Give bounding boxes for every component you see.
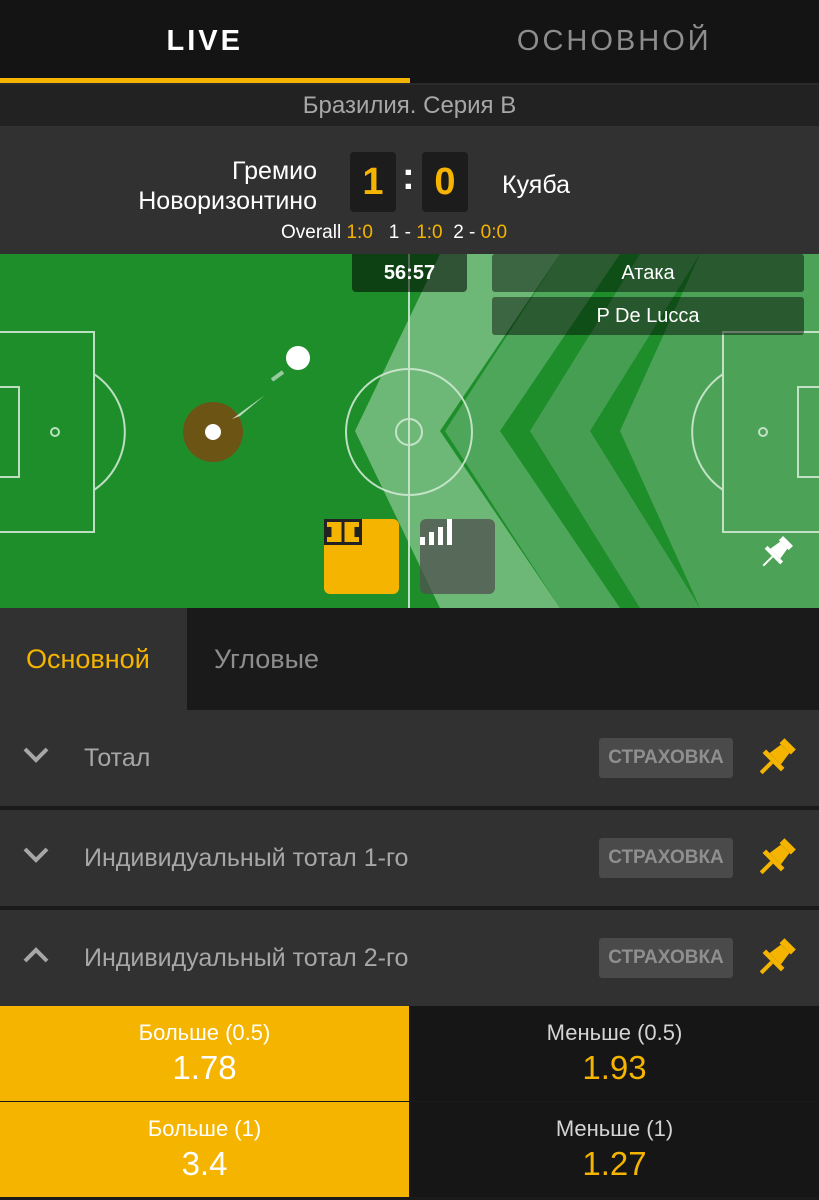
- odd-under-0-5[interactable]: Меньше (0.5) 1.93: [410, 1006, 819, 1101]
- odd-over-1[interactable]: Больше (1) 3.4: [0, 1102, 409, 1197]
- overall-label: Overall: [281, 222, 342, 243]
- match-timer: 56:57: [352, 254, 467, 292]
- pin-icon[interactable]: [752, 834, 800, 882]
- period1-score: 1:0: [416, 222, 443, 243]
- left-penalty-arc: [93, 373, 126, 491]
- scoreboard: Гремио Новоризонтино 1 : 0 Куяба Overall…: [0, 126, 819, 254]
- score-home: 1: [350, 152, 396, 212]
- odd-value: 1.93: [582, 1048, 647, 1086]
- market-title: Тотал: [84, 743, 151, 772]
- odd-label: Больше (1): [147, 1115, 262, 1141]
- market-row-team2-total[interactable]: Индивидуальный тотал 2-го СТРАХОВКА: [0, 910, 819, 1006]
- team-away: Куяба: [502, 171, 570, 199]
- odd-label: Больше (0.5): [138, 1019, 271, 1045]
- score-separator: :: [402, 156, 415, 198]
- overall-score: 1:0: [346, 222, 373, 243]
- odd-under-1[interactable]: Меньше (1) 1.27: [410, 1102, 819, 1197]
- league-title: Бразилия. Серия В: [0, 83, 819, 126]
- left-penalty-box: [0, 331, 95, 533]
- pin-icon[interactable]: [752, 734, 800, 782]
- tab-corners[interactable]: Угловые: [187, 608, 319, 710]
- period2-label: 2 -: [453, 222, 476, 243]
- period-scores: Overall 1:0 1 - 1:0 2 - 0:0: [281, 222, 507, 244]
- stats-bars-icon: [420, 519, 452, 545]
- odd-value: 1.27: [582, 1144, 647, 1182]
- pitch-visualization: 56:57 Атака P De Lucca: [0, 254, 819, 608]
- chevron-down-icon[interactable]: [22, 846, 50, 864]
- insurance-badge[interactable]: СТРАХОВКА: [599, 938, 733, 978]
- period2-score: 0:0: [480, 222, 508, 243]
- top-tabs: LIVE ОСНОВНОЙ: [0, 0, 819, 83]
- market-tabs: Основной Угловые: [0, 608, 819, 710]
- odd-label: Меньше (0.5): [546, 1019, 683, 1045]
- market-title: Индивидуальный тотал 1-го: [84, 843, 409, 872]
- odd-value: 1.78: [172, 1048, 237, 1086]
- ball-trail-dash: [270, 370, 285, 382]
- team-home-line1: Гремио: [232, 157, 317, 185]
- field-view-button[interactable]: [324, 519, 399, 594]
- insurance-badge[interactable]: СТРАХОВКА: [599, 838, 733, 878]
- stats-button[interactable]: [420, 519, 495, 594]
- player-marker: [205, 424, 221, 440]
- event-label: Атака: [492, 254, 804, 292]
- odd-label: Меньше (1): [555, 1115, 674, 1141]
- field-view-icon: [324, 519, 362, 545]
- tab-main-markets[interactable]: Основной: [0, 608, 187, 710]
- pin-icon[interactable]: [752, 934, 800, 982]
- left-penalty-spot: [50, 427, 60, 437]
- market-title: Индивидуальный тотал 2-го: [84, 943, 409, 972]
- tab-live[interactable]: LIVE: [0, 0, 410, 83]
- market-row-total[interactable]: Тотал СТРАХОВКА: [0, 710, 819, 806]
- odd-value: 3.4: [181, 1144, 228, 1182]
- chevron-down-icon[interactable]: [22, 746, 50, 764]
- period1-label: 1 -: [388, 222, 411, 243]
- odd-over-0-5[interactable]: Больше (0.5) 1.78: [0, 1006, 409, 1101]
- tab-main[interactable]: ОСНОВНОЙ: [410, 0, 819, 83]
- pin-icon: [762, 536, 793, 567]
- left-goal-box: [0, 386, 20, 478]
- market-row-team1-total[interactable]: Индивидуальный тотал 1-го СТРАХОВКА: [0, 810, 819, 906]
- score-away: 0: [422, 152, 468, 212]
- chevron-up-icon[interactable]: [22, 946, 50, 964]
- player-label: P De Lucca: [492, 297, 804, 335]
- team-home-line2: Новоризонтино: [138, 187, 317, 215]
- team-home: Гремио Новоризонтино: [138, 156, 317, 216]
- ball-icon: [286, 346, 310, 370]
- insurance-badge[interactable]: СТРАХОВКА: [599, 738, 733, 778]
